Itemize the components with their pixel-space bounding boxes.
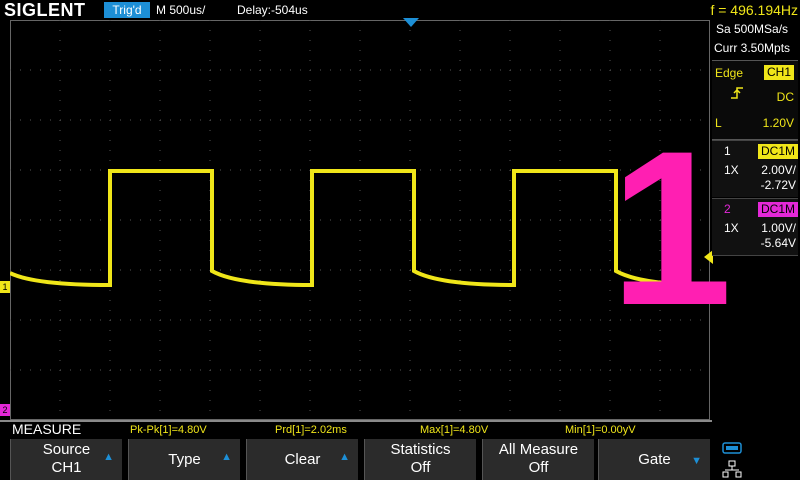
overlay-label: 1 (610, 105, 733, 351)
delay-readout: Delay:-504us (237, 3, 308, 17)
ch1-coupling-tag: DC1M (758, 144, 799, 159)
network-icon (722, 460, 742, 478)
memory-depth-readout: Curr 3.50Mpts (714, 41, 791, 55)
timebase-readout: M 500us/ (156, 3, 206, 17)
ch1-scale: 2.00V/ (761, 163, 796, 177)
type-softkey[interactable]: Type ▲ (128, 439, 240, 480)
rotate-knob-icon: ▲ (339, 451, 350, 463)
ch1-waveform (10, 169, 710, 288)
brand-logo: SIGLENT (4, 0, 86, 20)
rotate-knob-icon: ▲ (103, 451, 114, 463)
frequency-readout: f = 496.194Hz (710, 2, 798, 18)
chevron-down-icon: ▼ (691, 455, 702, 467)
measure-pkpk: Pk-Pk[1]=4.80V (130, 424, 207, 436)
sample-rate-readout: Sa 500MSa/s (716, 22, 789, 36)
all-measure-value: Off (528, 459, 549, 476)
rotate-knob-icon: ▲ (221, 451, 232, 463)
trigger-level-value: 1.20V (762, 116, 794, 130)
source-softkey[interactable]: Source CH1 ▲ (10, 439, 122, 480)
graticule-lines (10, 20, 701, 411)
all-measure-label: All Measure (498, 441, 579, 458)
all-measure-softkey[interactable]: All Measure Off (482, 439, 594, 480)
ch1-offset-marker[interactable]: 1 (0, 281, 10, 293)
measure-max: Max[1]=4.80V (420, 424, 489, 436)
ch2-offset: -5.64V (760, 236, 796, 250)
trigger-source-tag: CH1 (764, 65, 795, 80)
gate-softkey[interactable]: Gate ▼ (598, 439, 710, 480)
measure-title: MEASURE (12, 421, 82, 437)
trigger-position-marker[interactable] (403, 18, 419, 28)
clear-softkey[interactable]: Clear ▲ (246, 439, 358, 480)
statistics-softkey[interactable]: Statistics Off (364, 439, 476, 480)
rising-edge-icon (731, 87, 743, 99)
ch2-offset-marker[interactable]: 2 (0, 404, 10, 416)
waveform-display[interactable] (10, 20, 710, 420)
statistics-value: Off (410, 459, 431, 476)
usb-icon (722, 442, 742, 454)
measure-period: Prd[1]=2.02ms (275, 424, 347, 436)
ch2-coupling-tag: DC1M (758, 202, 799, 217)
ch1-offset: -2.72V (760, 178, 796, 192)
measure-min: Min[1]=0.00yV (565, 424, 636, 436)
ch1-trace (10, 169, 710, 288)
ch2-scale: 1.00V/ (761, 221, 796, 235)
trigger-coupling: DC (776, 90, 794, 104)
trigger-type: Edge (715, 66, 744, 80)
trigger-status-badge: Trig'd (104, 2, 150, 18)
divider (0, 420, 712, 422)
statistics-label: Statistics (390, 441, 451, 458)
